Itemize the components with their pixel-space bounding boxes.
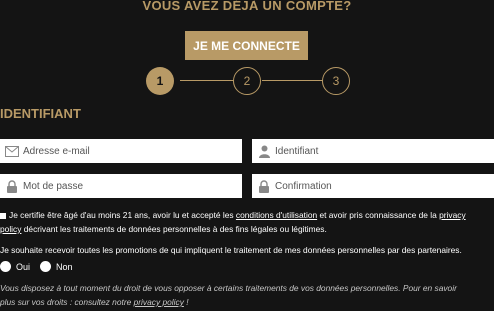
privacy-policy-link[interactable]: privacy policy <box>134 297 184 307</box>
radio-label: Oui <box>16 261 31 272</box>
rights-text: plus sur vos droits : consultez notre <box>0 297 134 307</box>
radio-label: Non <box>56 261 73 272</box>
consent-text: décrivant les traitements de données per… <box>21 224 327 234</box>
consent-text: Je certifie être âgé d'au moins 21 ans, … <box>9 210 236 220</box>
age-consent-line-2: policy décrivant les traitements de donn… <box>0 224 327 234</box>
progress-stepper: 1 2 3 <box>0 67 494 95</box>
step-3: 3 <box>322 67 350 95</box>
confirmation-input[interactable] <box>275 174 494 198</box>
envelope-icon <box>5 144 19 158</box>
privacy-link[interactable]: privacy <box>439 210 466 220</box>
step-1: 1 <box>146 67 174 95</box>
age-consent-line: Je certifie être âgé d'au moins 21 ans, … <box>0 210 466 220</box>
rights-text: ! <box>183 297 189 307</box>
step-2: 2 <box>233 67 261 95</box>
rights-text-2: plus sur vos droits : consultez notre pr… <box>0 297 189 307</box>
user-icon <box>257 144 271 158</box>
login-button[interactable]: JE ME CONNECTE <box>185 31 308 60</box>
radio-oui[interactable]: Oui <box>0 261 30 272</box>
password-input[interactable] <box>23 174 242 198</box>
radio-non[interactable]: Non <box>40 261 73 272</box>
radio-button[interactable] <box>0 261 11 272</box>
terms-link[interactable]: conditions d'utilisation <box>236 210 317 220</box>
rights-text: Vous disposez à tout moment du droit de … <box>0 283 457 293</box>
age-consent-checkbox[interactable] <box>0 212 6 219</box>
email-input[interactable] <box>23 139 242 163</box>
privacy-link[interactable]: policy <box>0 224 21 234</box>
promotions-radio-group: Oui Non <box>0 261 83 272</box>
lock-icon <box>257 179 271 193</box>
section-title: IDENTIFIANT <box>0 106 81 121</box>
lock-icon <box>5 179 19 193</box>
identifiant-input[interactable] <box>275 139 494 163</box>
confirmation-field[interactable] <box>252 174 494 198</box>
existing-account-heading: VOUS AVEZ DÉJÀ UN COMPTE? <box>142 0 352 13</box>
identifiant-field[interactable] <box>252 139 494 163</box>
step-connector <box>180 80 234 81</box>
consent-text: et avoir pris connaissance de la <box>317 210 440 220</box>
password-field[interactable] <box>0 174 242 198</box>
email-field[interactable] <box>0 139 242 163</box>
radio-button[interactable] <box>40 261 52 272</box>
promotions-text: Je souhaite recevoir toutes les promotio… <box>0 245 462 255</box>
step-connector <box>262 80 323 81</box>
